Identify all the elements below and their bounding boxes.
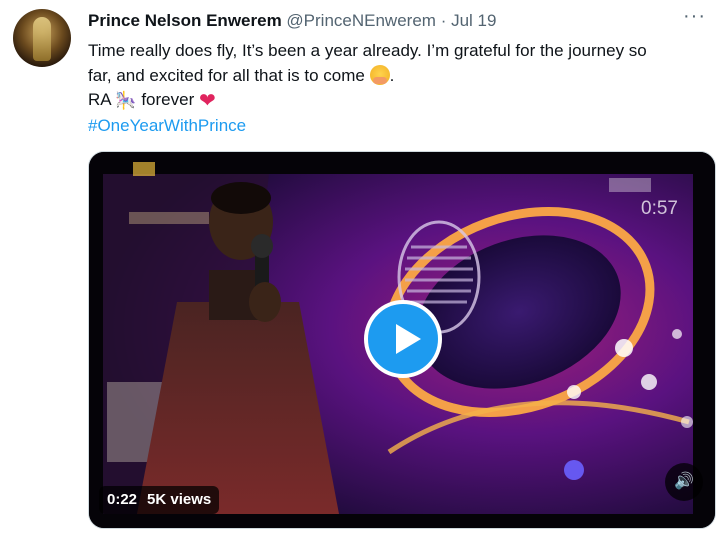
- video-view-count: 5K views: [147, 491, 212, 508]
- tweet-line-2-text: far, and excited for all that is to come: [88, 65, 365, 85]
- speaker-icon[interactable]: 🔊: [665, 463, 703, 501]
- red-heart-emoji-icon: ❤: [198, 90, 216, 112]
- video-player[interactable]: 0:57 0:22 5K views 🔊: [88, 151, 716, 529]
- more-options-icon[interactable]: ···: [683, 6, 706, 26]
- play-button-icon[interactable]: [364, 300, 442, 378]
- hashtag-link[interactable]: #OneYearWithPrince: [88, 114, 708, 139]
- video-corner-timestamp: 0:57: [641, 198, 678, 219]
- tweet-text: Time really does fly, It’s been a year a…: [88, 39, 708, 138]
- tweet-line-3: RA 🎠 forever ❤: [88, 88, 708, 114]
- tweet-line-2-period: .: [389, 65, 395, 85]
- author-avatar[interactable]: [13, 9, 71, 67]
- avatar-figure: [33, 17, 51, 61]
- tweet-line-1: Time really does fly, It’s been a year a…: [88, 41, 647, 60]
- tweet-line-3-suffix: forever: [141, 90, 195, 109]
- author-name[interactable]: Prince Nelson Enwerem: [88, 11, 282, 30]
- carousel-horse-emoji-icon: 🎠: [115, 91, 137, 110]
- hugging-face-emoji-icon: [369, 64, 390, 85]
- tweet-line-2: far, and excited for all that is to come…: [88, 64, 708, 89]
- tweet-line-3-prefix: RA: [88, 90, 111, 109]
- tweet-date[interactable]: Jul 19: [451, 11, 496, 30]
- author-handle[interactable]: @PrinceNEnwerem: [286, 11, 436, 30]
- video-elapsed-time: 0:22: [107, 491, 138, 508]
- video-info-pill: 0:22 5K views: [99, 486, 220, 514]
- tweet-header: Prince Nelson Enwerem @PrinceNEnwerem · …: [88, 10, 690, 32]
- separator-dot: ·: [440, 11, 447, 30]
